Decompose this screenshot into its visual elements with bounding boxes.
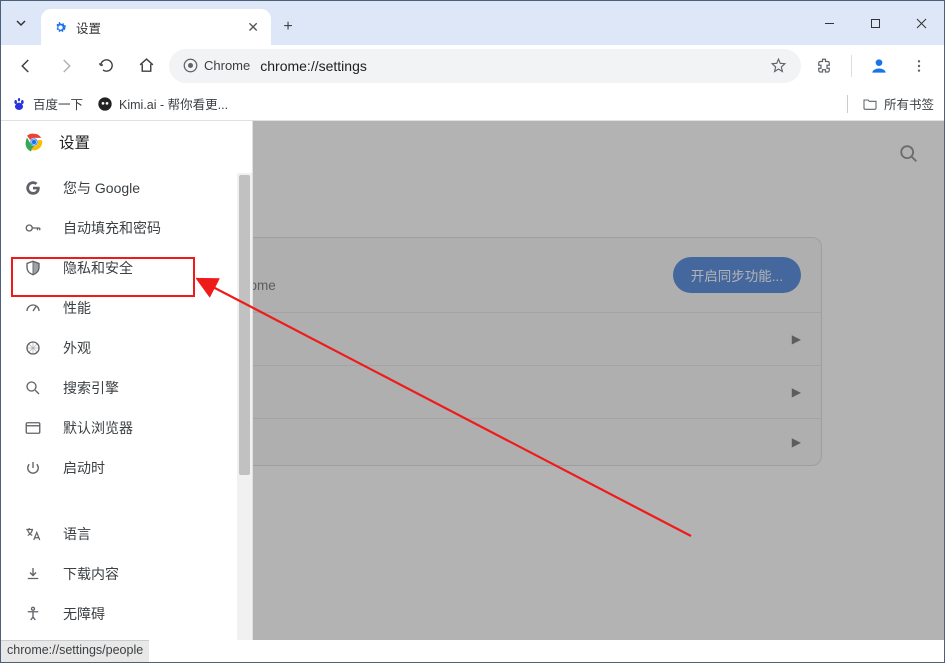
search-icon — [898, 143, 920, 165]
tabs-dropdown-button[interactable] — [1, 1, 41, 45]
settings-drawer: 设置 您与 Google 自动填充和密码 隐私和安全 性能 外观 — [1, 121, 253, 640]
sidebar-item-you-and-google[interactable]: 您与 Google — [1, 168, 252, 208]
sidebar-item-label: 搜索引擎 — [63, 378, 119, 398]
sidebar-item-autofill[interactable]: 自动填充和密码 — [1, 208, 252, 248]
sync-button-label: 开启同步功能... — [691, 269, 783, 284]
url-box[interactable]: Chrome chrome://settings — [169, 49, 801, 83]
kimi-icon — [97, 96, 113, 112]
all-bookmarks-button[interactable]: 所有书签 — [862, 94, 934, 113]
bookmarks-bar: 百度一下 Kimi.ai - 帮你看更... 所有书签 — [1, 87, 944, 121]
tab-title: 设置 — [76, 18, 101, 37]
content-area: Google 的智能技术 同步并个性化设置 Chrome 开启同步功能... 服… — [1, 121, 944, 640]
sidebar-item-label: 无障碍 — [63, 604, 105, 624]
status-bar: chrome://settings/people — [1, 640, 149, 662]
search-icon — [23, 379, 43, 397]
chrome-icon — [183, 58, 198, 73]
window-controls — [806, 1, 944, 45]
close-window-button[interactable] — [898, 1, 944, 45]
back-button[interactable] — [9, 49, 43, 83]
sidebar-item-label: 性能 — [63, 298, 91, 318]
sidebar-item-default-browser[interactable]: 默认浏览器 — [1, 408, 252, 448]
chevron-right-icon: ▶ — [792, 435, 801, 449]
extensions-button[interactable] — [807, 49, 841, 83]
power-icon — [23, 459, 43, 477]
site-chip[interactable]: Chrome — [183, 58, 250, 73]
download-icon — [23, 565, 43, 583]
menu-button[interactable] — [902, 49, 936, 83]
bookmark-label: 百度一下 — [33, 94, 83, 113]
drawer-header: 设置 — [1, 121, 252, 162]
browser-window-icon — [23, 419, 43, 437]
all-bookmarks-label: 所有书签 — [884, 94, 934, 113]
sidebar-item-label: 隐私和安全 — [63, 258, 133, 278]
chevron-right-icon: ▶ — [792, 332, 801, 346]
sidebar-item-label: 下载内容 — [63, 564, 119, 584]
shield-icon — [23, 259, 43, 277]
bookmark-label: Kimi.ai - 帮你看更... — [119, 94, 228, 113]
drawer-list: 您与 Google 自动填充和密码 隐私和安全 性能 外观 搜索引擎 — [1, 162, 252, 640]
minimize-button[interactable] — [806, 1, 852, 45]
separator — [851, 55, 852, 77]
baidu-icon — [11, 96, 27, 112]
sidebar-item-appearance[interactable]: 外观 — [1, 328, 252, 368]
chrome-logo-icon — [23, 131, 45, 153]
sidebar-item-downloads[interactable]: 下载内容 — [1, 554, 252, 594]
gear-icon — [53, 20, 68, 35]
sidebar-item-label: 自动填充和密码 — [63, 218, 161, 238]
sidebar-item-accessibility[interactable]: 无障碍 — [1, 594, 252, 634]
browser-tab[interactable]: 设置 ✕ — [41, 9, 271, 45]
drawer-title: 设置 — [59, 131, 90, 153]
sidebar-item-label: 默认浏览器 — [63, 418, 133, 438]
reload-button[interactable] — [89, 49, 123, 83]
close-tab-button[interactable]: ✕ — [247, 19, 259, 36]
sidebar-item-label: 外观 — [63, 338, 91, 358]
bookmark-star-button[interactable] — [770, 57, 787, 74]
key-icon — [23, 219, 43, 237]
profile-button[interactable] — [862, 49, 896, 83]
sidebar-item-label: 您与 Google — [63, 178, 140, 198]
sidebar-item-languages[interactable]: 语言 — [1, 514, 252, 554]
sidebar-item-label: 语言 — [63, 524, 91, 544]
home-button[interactable] — [129, 49, 163, 83]
site-chip-label: Chrome — [204, 58, 250, 73]
separator — [847, 95, 848, 113]
sidebar-item-search-engine[interactable]: 搜索引擎 — [1, 368, 252, 408]
google-g-icon — [23, 179, 43, 197]
maximize-button[interactable] — [852, 1, 898, 45]
palette-icon — [23, 339, 43, 357]
folder-icon — [862, 96, 878, 112]
new-tab-button[interactable]: + — [271, 9, 305, 45]
bookmark-item[interactable]: Kimi.ai - 帮你看更... — [97, 94, 228, 113]
status-text: chrome://settings/people — [7, 643, 143, 657]
sidebar-item-performance[interactable]: 性能 — [1, 288, 252, 328]
titlebar: 设置 ✕ + — [1, 1, 944, 45]
sidebar-item-privacy-security[interactable]: 隐私和安全 — [1, 248, 252, 288]
url-text: chrome://settings — [260, 58, 367, 74]
forward-button[interactable] — [49, 49, 83, 83]
speedometer-icon — [23, 299, 43, 317]
enable-sync-button[interactable]: 开启同步功能... — [673, 257, 801, 293]
address-bar-row: Chrome chrome://settings — [1, 45, 944, 87]
sidebar-item-on-startup[interactable]: 启动时 — [1, 448, 252, 488]
translate-icon — [23, 525, 43, 543]
bookmark-item[interactable]: 百度一下 — [11, 94, 83, 113]
chevron-right-icon: ▶ — [792, 385, 801, 399]
sidebar-item-label: 启动时 — [63, 458, 105, 478]
accessibility-icon — [23, 605, 43, 623]
